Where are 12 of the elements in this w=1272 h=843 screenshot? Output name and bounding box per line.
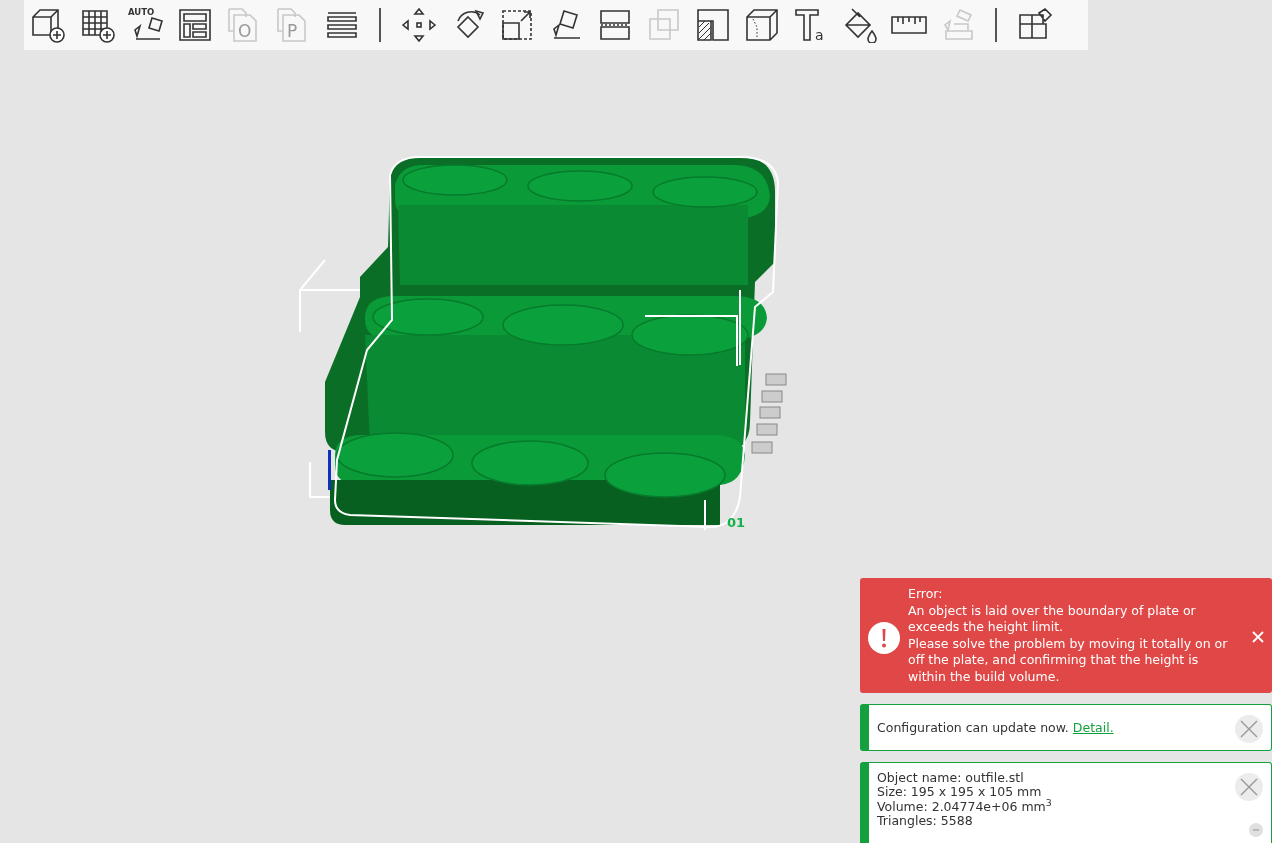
- notification-text: Object name: outfile.stl: [877, 770, 1025, 785]
- notification-text: Size: 195 x 195 x 105 mm: [877, 785, 1043, 800]
- notification-text: An object is laid over the boundary of plate or exceeds the height limit.: [908, 602, 1197, 636]
- notification-text: Volume: 2.04774e+06 mm$^{3}$: [877, 799, 1053, 814]
- text-button[interactable]: a: [791, 5, 831, 45]
- notification-text: Error:: [908, 586, 944, 603]
- auto-orient-button[interactable]: AUTO: [126, 5, 166, 45]
- notification-text: Triangles: 5588: [877, 814, 974, 829]
- detail-link[interactable]: Detail.: [1072, 721, 1114, 736]
- notification-text: Configuration can update now.: [877, 721, 1069, 736]
- plate-number: 01: [727, 515, 746, 530]
- notification-text: Please solve the problem by moving it totally on or off the plate, and confirming that the height is within the build volume.: [908, 635, 1229, 685]
